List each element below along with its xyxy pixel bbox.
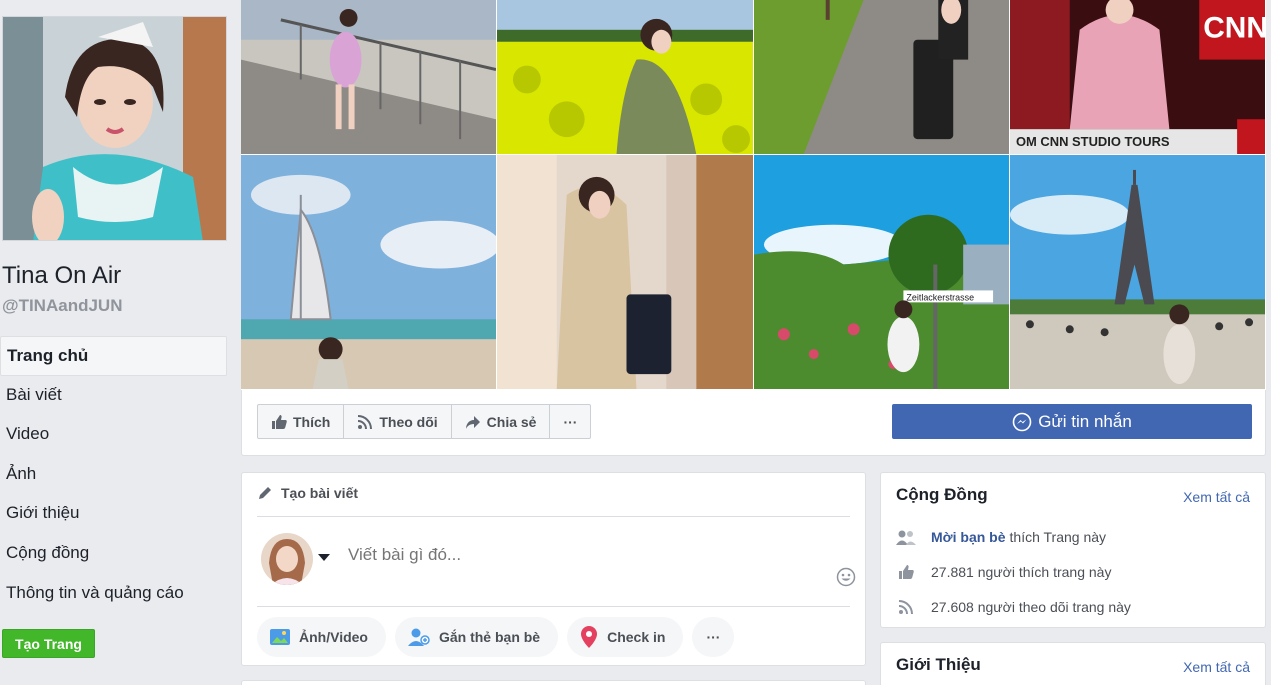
post-composer: Tạo bài viết Ảnh/Video Gắn thẻ bạn bè Ch…	[241, 472, 866, 666]
follows-count-row: 27.608 người theo dõi trang này	[896, 599, 1131, 615]
page-actions-group: Thích Theo dõi Chia sẻ ···	[257, 404, 592, 439]
chevron-down-icon[interactable]	[318, 554, 330, 561]
photo-video-label: Ảnh/Video	[299, 629, 368, 645]
community-title: Cộng Đồng	[896, 485, 988, 504]
rss-icon	[358, 414, 373, 429]
street-sign-text: Zeitlackerstrasse	[906, 292, 974, 302]
thumbs-up-icon	[272, 414, 287, 429]
profile-picture[interactable]	[2, 16, 227, 241]
nav-item-posts[interactable]: Bài viết	[0, 376, 227, 416]
share-button[interactable]: Chia sẻ	[452, 405, 551, 438]
composer-header[interactable]: Tạo bài viết	[257, 485, 850, 517]
nav-item-about[interactable]: Giới thiệu	[0, 494, 227, 534]
cover-tile-flower-field	[497, 0, 754, 155]
cnn-banner-text: OM CNN STUDIO TOURS	[1016, 134, 1170, 149]
follows-count-text: 27.608 người theo dõi trang này	[931, 599, 1131, 615]
left-column: Tina On Air @TINAandJUN Trang chủ Bài vi…	[0, 0, 236, 685]
photo-icon	[270, 629, 290, 645]
cnn-logo: CNN	[1203, 12, 1265, 45]
invite-friends-link[interactable]: Mời bạn bè	[931, 529, 1006, 545]
about-see-all-link[interactable]: Xem tất cả	[1183, 659, 1250, 675]
likes-count-text: 27.881 người thích trang này	[931, 564, 1112, 580]
nav-item-videos[interactable]: Video	[0, 415, 227, 455]
photo-video-button[interactable]: Ảnh/Video	[257, 617, 386, 657]
rss-icon	[898, 600, 913, 615]
share-arrow-icon	[465, 415, 480, 429]
check-in-label: Check in	[607, 629, 666, 645]
composer-avatar[interactable]	[261, 533, 313, 585]
page-name[interactable]: Tina On Air	[2, 262, 121, 290]
cover-tile-luggage-park	[754, 0, 1010, 155]
cover-tile-burj-al-arab	[241, 155, 497, 390]
more-actions-button[interactable]: ···	[550, 405, 590, 438]
tag-people-icon	[407, 628, 430, 646]
more-dots-icon: ···	[563, 413, 578, 430]
check-in-button[interactable]: Check in	[567, 617, 684, 657]
follow-label: Theo dõi	[379, 413, 438, 430]
tag-friends-label: Gắn thẻ bạn bè	[438, 629, 541, 645]
cover-photo[interactable]: CNN OM CNN STUDIO TOURS Zeitlackerstrass…	[241, 0, 1266, 390]
invite-friends-row: Mời bạn bè thích Trang này	[896, 529, 1106, 545]
messenger-icon	[1012, 412, 1032, 431]
emoji-icon[interactable]	[836, 567, 856, 587]
send-message-button[interactable]: Gửi tin nhắn	[892, 404, 1252, 439]
composer-divider	[257, 606, 850, 607]
cover-tile-eiffel-tower	[1010, 155, 1266, 390]
like-button[interactable]: Thích	[258, 405, 345, 438]
location-pin-icon	[581, 626, 598, 648]
composer-options: Ảnh/Video Gắn thẻ bạn bè Check in ···	[257, 617, 735, 657]
create-page-button[interactable]: Tạo Trang	[2, 629, 95, 658]
nav-item-info-ads[interactable]: Thông tin và quảng cáo	[0, 574, 227, 614]
cover-tile-boardwalk	[241, 0, 497, 155]
composer-input[interactable]	[348, 545, 828, 565]
page-handle[interactable]: @TINAandJUN	[2, 296, 122, 316]
feed-card-top-edge	[241, 680, 866, 685]
about-title: Giới Thiệu	[896, 655, 981, 674]
thumbs-up-icon	[899, 565, 914, 579]
pencil-icon	[259, 487, 271, 499]
cover-tile-flight-attendant	[497, 155, 754, 390]
likes-count-row: 27.881 người thích trang này	[896, 564, 1111, 580]
community-see-all-link[interactable]: Xem tất cả	[1183, 489, 1250, 505]
send-message-label: Gửi tin nhắn	[1038, 411, 1132, 431]
community-card: Cộng Đồng Xem tất cả Mời bạn bè thích Tr…	[880, 472, 1266, 628]
cover-action-bar: Thích Theo dõi Chia sẻ ··· Gửi tin nhắn	[241, 390, 1266, 456]
cover-tile-cnn-studio: CNN OM CNN STUDIO TOURS	[1010, 0, 1266, 155]
tag-friends-button[interactable]: Gắn thẻ bạn bè	[394, 617, 559, 657]
share-label: Chia sẻ	[486, 413, 537, 430]
composer-title: Tạo bài viết	[281, 485, 359, 501]
nav-item-photos[interactable]: Ảnh	[0, 455, 227, 495]
composer-more-button[interactable]: ···	[692, 617, 735, 657]
people-icon	[896, 530, 916, 545]
page-nav: Trang chủ Bài viết Video Ảnh Giới thiệu …	[0, 336, 227, 613]
about-card: Giới Thiệu Xem tất cả	[880, 642, 1266, 685]
more-dots-icon: ···	[706, 629, 721, 645]
follow-button[interactable]: Theo dõi	[344, 405, 452, 438]
nav-item-home[interactable]: Trang chủ	[0, 336, 227, 376]
like-label: Thích	[293, 413, 331, 430]
cover-tile-street-sign: Zeitlackerstrasse	[754, 155, 1010, 390]
nav-item-community[interactable]: Cộng đồng	[0, 534, 227, 574]
invite-friends-text: thích Trang này	[1009, 529, 1107, 545]
